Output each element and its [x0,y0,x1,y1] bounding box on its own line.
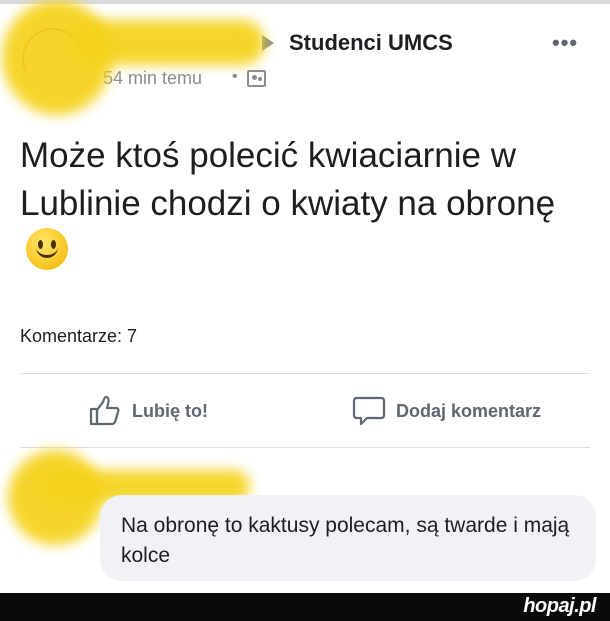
divider-bottom [20,447,590,448]
comments-count[interactable]: Komentarze: 7 [20,326,137,347]
post-body: Może ktoś polecić kwiaciarnie w Lublinie… [20,132,590,277]
group-name-link[interactable]: Studenci UMCS [289,30,453,56]
footer-bar: hopaj.pl [0,593,610,621]
divider-top [20,373,590,374]
like-label: Lubię to! [132,400,208,421]
post-timestamp[interactable]: 54 min temu [103,68,202,89]
like-button[interactable]: Lubię to! [88,394,208,428]
group-icon [247,70,266,87]
separator-dot: • [232,68,238,85]
smiley-emoji-icon [26,228,68,270]
post-text: Może ktoś polecić kwiaciarnie w Lublinie… [20,136,556,223]
thumbs-up-icon [89,395,120,426]
comment-bubble-icon [352,396,386,426]
site-logo: hopaj.pl [523,595,596,617]
comment-label: Dodaj komentarz [396,400,542,421]
more-options-icon[interactable]: ••• [552,32,578,54]
censor-blob-name [70,20,265,65]
comment-button[interactable]: Dodaj komentarz [352,394,541,428]
comment-text: Na obronę to kaktusy polecam, są twarde … [121,514,570,567]
